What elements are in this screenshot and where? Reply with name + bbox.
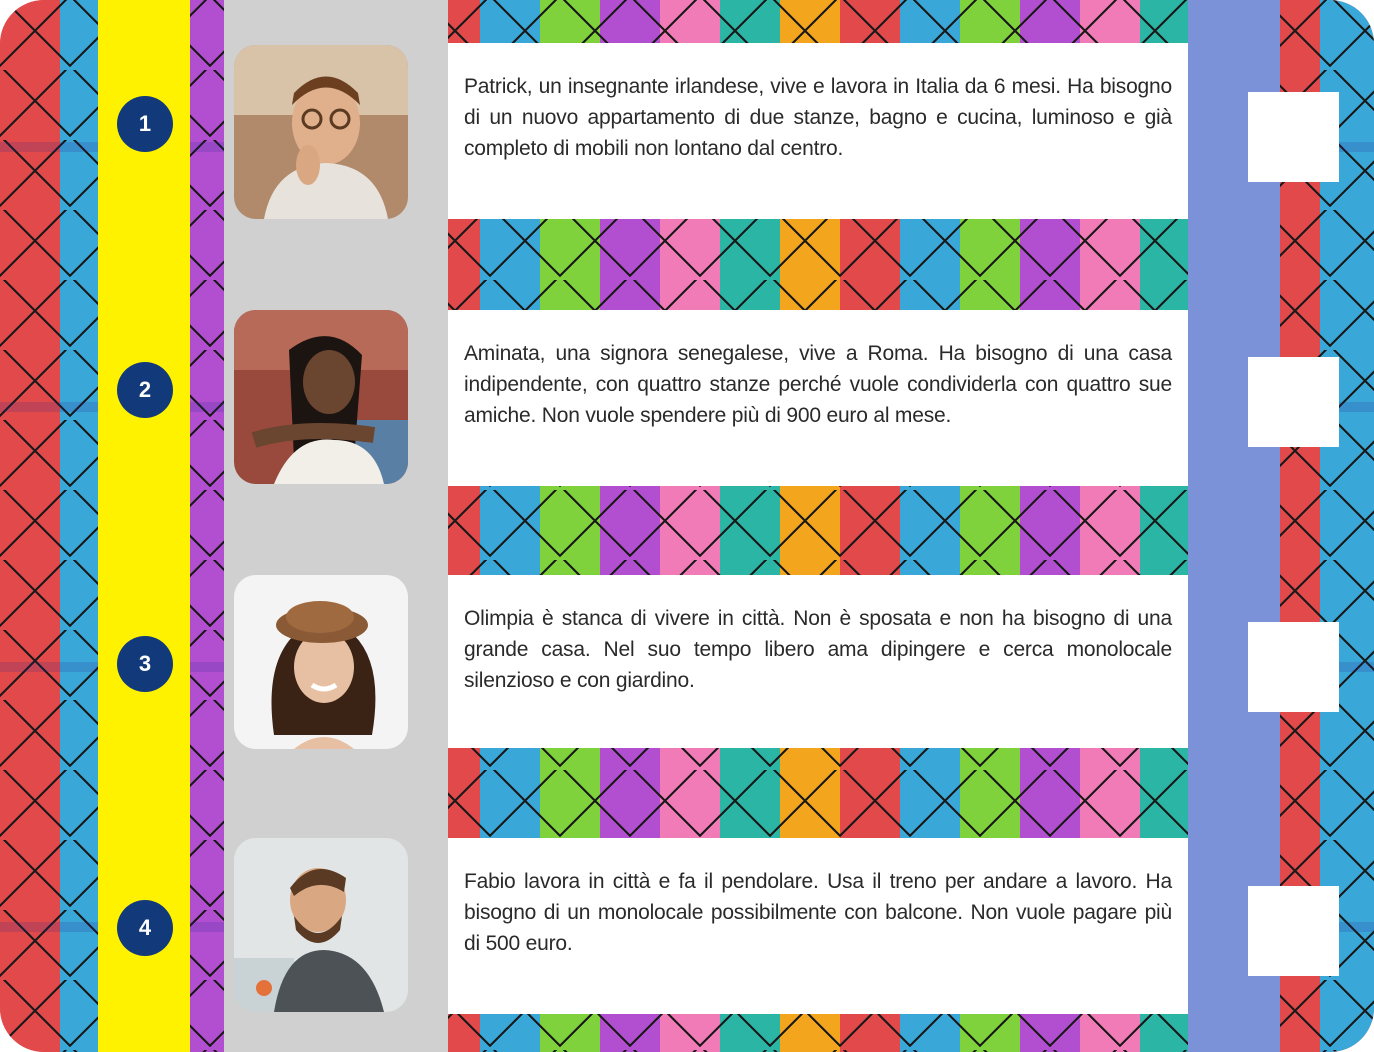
- yellow-strip: [98, 0, 190, 1052]
- item-number-badge: 1: [117, 96, 173, 152]
- item-number-badge: 2: [117, 362, 173, 418]
- answer-box[interactable]: [1248, 92, 1339, 182]
- answer-box[interactable]: [1248, 622, 1339, 712]
- item-number-badge: 3: [117, 636, 173, 692]
- answer-box[interactable]: [1248, 886, 1339, 976]
- portrait-woman-hat-icon: [234, 575, 408, 749]
- person-description: Fabio lavora in città e fa il pendolare.…: [448, 838, 1188, 1014]
- person-description: Aminata, una signora senegalese, vive a …: [448, 310, 1188, 486]
- answer-box[interactable]: [1248, 357, 1339, 447]
- person-description: Olimpia è stanca di vivere in città. Non…: [448, 575, 1188, 748]
- portrait-man-glasses-icon: [234, 45, 408, 219]
- portrait-woman-smiling-icon: [234, 310, 408, 484]
- portrait-man-beard-icon: [234, 838, 408, 1012]
- person-description: Patrick, un insegnante irlandese, vive e…: [448, 43, 1188, 219]
- item-number-badge: 4: [117, 900, 173, 956]
- exercise-page: 1 Patrick, un insegnante irlandese, vive…: [0, 0, 1374, 1052]
